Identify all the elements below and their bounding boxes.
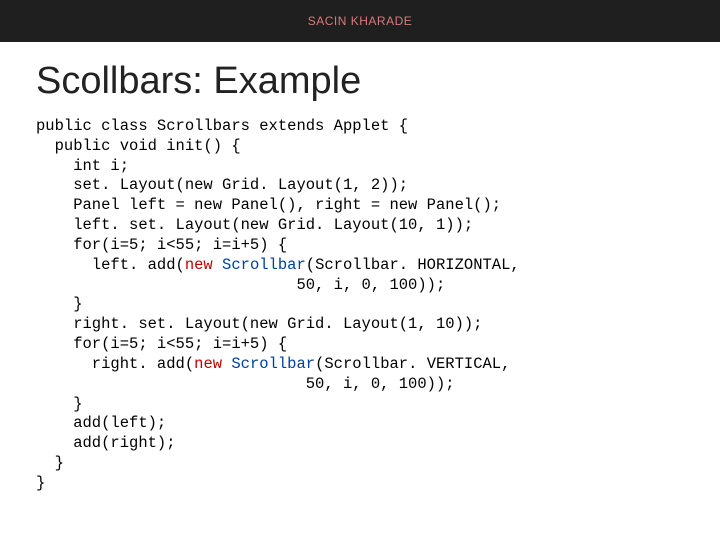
- code-line: }: [36, 295, 83, 313]
- keyword-new: new: [185, 256, 222, 274]
- code-line: int i;: [36, 157, 129, 175]
- code-line: add(right);: [36, 434, 176, 452]
- code-line: }: [36, 454, 64, 472]
- code-line: public void init() {: [36, 137, 241, 155]
- keyword-new: new: [194, 355, 231, 373]
- code-line: for(i=5; i<55; i=i+5) {: [36, 335, 287, 353]
- type-name: Scrollbar: [231, 355, 315, 373]
- code-line: add(left);: [36, 414, 166, 432]
- code-line: 50, i, 0, 100));: [36, 276, 445, 294]
- code-line: set. Layout(new Grid. Layout(1, 2));: [36, 176, 408, 194]
- code-line: for(i=5; i<55; i=i+5) {: [36, 236, 287, 254]
- code-line: right. add(: [36, 355, 194, 373]
- code-line: Panel left = new Panel(), right = new Pa…: [36, 196, 501, 214]
- code-line: (Scrollbar. VERTICAL,: [315, 355, 510, 373]
- type-name: Scrollbar: [222, 256, 306, 274]
- code-line: public class Scrollbars extends Applet {: [36, 117, 408, 135]
- code-line: left. add(: [36, 256, 185, 274]
- code-line: }: [36, 395, 83, 413]
- code-example: public class Scrollbars extends Applet {…: [0, 117, 720, 494]
- code-line: (Scrollbar. HORIZONTAL,: [306, 256, 520, 274]
- slide-title: Scollbars: Example: [0, 42, 720, 117]
- author-label: SACIN KHARADE: [308, 14, 413, 28]
- code-line: right. set. Layout(new Grid. Layout(1, 1…: [36, 315, 482, 333]
- code-line: left. set. Layout(new Grid. Layout(10, 1…: [36, 216, 473, 234]
- header-bar: SACIN KHARADE: [0, 0, 720, 42]
- code-line: 50, i, 0, 100));: [36, 375, 455, 393]
- code-line: }: [36, 474, 45, 492]
